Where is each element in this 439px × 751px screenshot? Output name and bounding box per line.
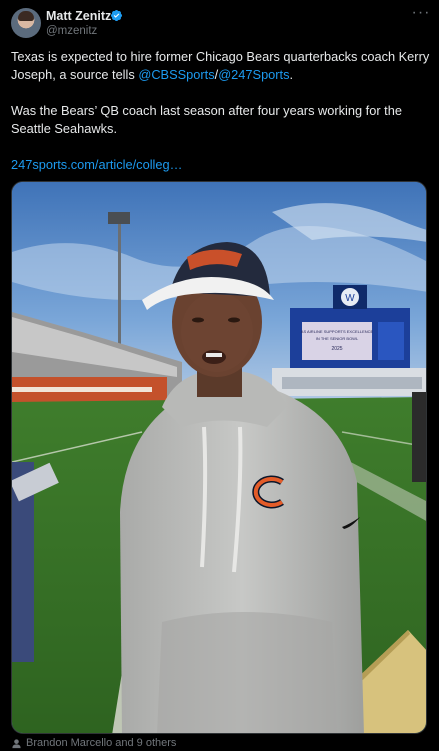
- post-text: Texas is expected to hire former Chicago…: [11, 48, 431, 174]
- tagged-people-label: Brandon Marcello and 9 others: [26, 737, 177, 749]
- mention-247sports[interactable]: @247Sports: [218, 67, 289, 82]
- post-text-period: .: [289, 67, 294, 82]
- avatar[interactable]: [11, 8, 41, 38]
- post-paragraph-2: Was the Bears’ QB coach last season afte…: [11, 103, 402, 136]
- post-paragraph-1: Texas is expected to hire former Chicago…: [11, 48, 431, 84]
- scoreboard-text-3: 2025: [331, 346, 342, 352]
- post-photo[interactable]: W AS AIRLINE SUPPORTS EXCELLENCE IN THE …: [11, 181, 427, 734]
- author-handle[interactable]: @mzenitz: [46, 25, 97, 37]
- post-link-paragraph: 247sports.com/article/colleg…: [11, 156, 431, 174]
- verified-badge-icon: [110, 9, 123, 22]
- person-tag-icon: [12, 738, 21, 748]
- scoreboard-text-1: AS AIRLINE SUPPORTS EXCELLENCE: [301, 329, 374, 334]
- scoreboard-logo: W: [345, 293, 355, 304]
- more-horizontal-icon[interactable]: ···: [411, 5, 431, 26]
- article-link[interactable]: 247sports.com/article/colleg…: [11, 157, 182, 172]
- photo-illustration: W AS AIRLINE SUPPORTS EXCELLENCE IN THE …: [12, 182, 426, 733]
- tagged-people[interactable]: Brandon Marcello and 9 others: [11, 737, 176, 751]
- scoreboard-text-2: IN THE SENIOR BOWL: [316, 336, 359, 341]
- author-display-name[interactable]: Matt Zenitz: [46, 9, 111, 23]
- post-header: Matt Zenitz @mzenitz ···: [0, 0, 439, 48]
- mention-cbssports[interactable]: @CBSSports: [138, 67, 214, 82]
